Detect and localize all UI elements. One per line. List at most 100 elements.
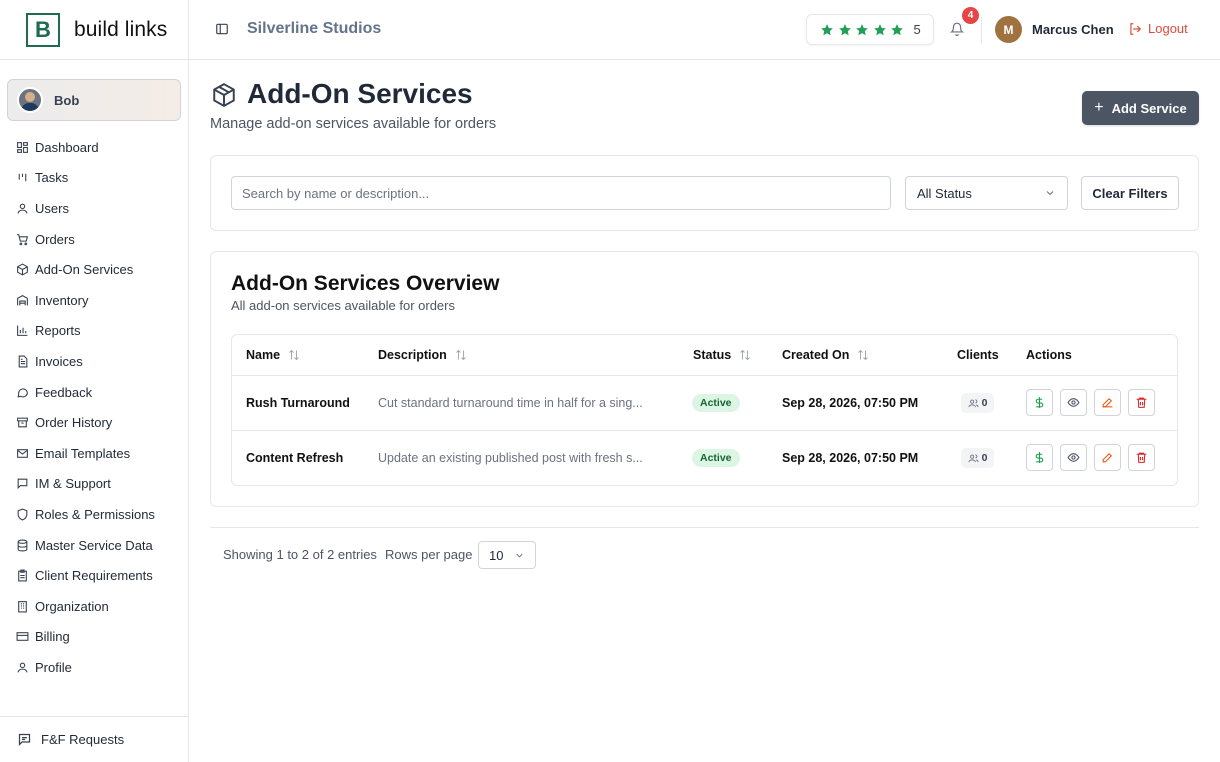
status-badge: Active <box>692 394 740 412</box>
credit-card-icon <box>16 630 29 643</box>
pricing-button[interactable] <box>1026 444 1053 471</box>
eye-icon <box>1067 453 1080 462</box>
kanban-icon <box>16 171 29 184</box>
view-button[interactable] <box>1060 444 1087 471</box>
sidebar-item-label: Add-On Services <box>35 262 134 278</box>
pricing-button[interactable] <box>1026 389 1053 416</box>
brand-name: build links <box>74 17 168 41</box>
delete-button[interactable] <box>1128 444 1155 471</box>
message-square-text-icon <box>18 733 31 747</box>
page-subtitle: Manage add-on services available for ord… <box>210 116 497 132</box>
sidebar-item-master-service-data[interactable]: Master Service Data <box>0 530 189 561</box>
file-text-icon <box>16 355 29 368</box>
sidebar-item-reports[interactable]: Reports <box>0 316 189 347</box>
add-service-button[interactable]: + Add Service <box>1082 91 1199 125</box>
sidebar-item-order-history[interactable]: Order History <box>0 407 189 438</box>
sort-icon <box>288 349 300 361</box>
edit-button[interactable] <box>1094 444 1121 471</box>
table-row: Content Refresh Update an existing publi… <box>232 431 1177 485</box>
sidebar-item-add-on-services[interactable]: Add-On Services <box>0 254 189 285</box>
brand[interactable]: B build links <box>0 0 188 60</box>
users-icon <box>968 398 979 407</box>
sidebar-item-orders[interactable]: Orders <box>0 224 189 255</box>
clients-count: 0 <box>961 393 994 413</box>
rating-widget[interactable]: 5 <box>806 14 934 45</box>
overview-title: Add-On Services Overview <box>231 272 500 295</box>
sidebar-user-card[interactable]: Bob <box>7 79 181 121</box>
sidebar-item-label: Email Templates <box>35 445 131 461</box>
delete-button[interactable] <box>1128 389 1155 416</box>
sidebar-item-label: Invoices <box>35 353 83 369</box>
clear-filters-button[interactable]: Clear Filters <box>1081 176 1179 210</box>
cart-icon <box>16 233 29 246</box>
clipboard-icon <box>16 569 29 582</box>
sidebar-item-dashboard[interactable]: Dashboard <box>0 132 189 163</box>
sidebar-item-label: Inventory <box>35 292 89 308</box>
warehouse-icon <box>16 294 29 307</box>
add-service-label: Add Service <box>1111 100 1187 116</box>
user-icon <box>16 202 29 215</box>
logout-icon <box>1130 22 1142 35</box>
view-button[interactable] <box>1060 389 1087 416</box>
archive-icon <box>16 416 29 429</box>
mail-icon <box>16 447 29 460</box>
sidebar-item-inventory[interactable]: Inventory <box>0 285 189 316</box>
sidebar-item-roles-permissions[interactable]: Roles & Permissions <box>0 499 189 530</box>
plus-icon: + <box>1094 99 1104 116</box>
column-header-name[interactable]: Name <box>246 348 300 362</box>
edit-icon <box>1102 397 1113 408</box>
sort-icon <box>455 349 467 361</box>
users-icon <box>968 453 979 462</box>
user-icon <box>16 661 29 674</box>
sidebar-item-label: Roles & Permissions <box>35 506 155 522</box>
sidebar-item-client-requirements[interactable]: Client Requirements <box>0 560 189 591</box>
status-filter-select[interactable]: All Status <box>905 176 1068 210</box>
user-avatar[interactable]: M <box>995 16 1022 43</box>
sidebar-item-organization[interactable]: Organization <box>0 591 189 622</box>
chevron-down-icon <box>516 553 523 558</box>
message-circle-icon <box>16 386 29 399</box>
column-header-status[interactable]: Status <box>693 348 751 362</box>
column-header-label: Clients <box>957 348 999 362</box>
sidebar-item-label: Order History <box>35 415 113 431</box>
rating-value: 5 <box>913 22 921 37</box>
sidebar: B build links Bob Dashboard Tasks Users … <box>0 0 189 762</box>
sidebar-item-label: Orders <box>35 231 75 247</box>
sidebar-item-label: Feedback <box>35 384 93 400</box>
column-header-created-on[interactable]: Created On <box>782 348 869 362</box>
edit-icon <box>1102 452 1113 463</box>
sidebar-item-profile[interactable]: Profile <box>0 652 189 683</box>
sidebar-item-tasks[interactable]: Tasks <box>0 163 189 194</box>
sidebar-item-email-templates[interactable]: Email Templates <box>0 438 189 469</box>
package-icon <box>16 263 29 276</box>
sidebar-footer-ff-requests[interactable]: F&F Requests <box>0 716 189 762</box>
edit-button[interactable] <box>1094 389 1121 416</box>
sort-icon <box>739 349 751 361</box>
table-header: Name Description Status Created On Clien… <box>232 335 1177 376</box>
column-header-description[interactable]: Description <box>378 348 467 362</box>
sidebar-item-feedback[interactable]: Feedback <box>0 377 189 408</box>
shield-icon <box>16 508 29 521</box>
message-square-icon <box>16 477 29 490</box>
star-icon <box>838 23 852 37</box>
sidebar-item-label: Tasks <box>35 170 69 186</box>
sidebar-item-billing[interactable]: Billing <box>0 622 189 653</box>
sidebar-item-label: Billing <box>35 629 70 645</box>
rows-per-page-select[interactable]: 10 <box>478 541 536 569</box>
sidebar-item-users[interactable]: Users <box>0 193 189 224</box>
sidebar-item-im-support[interactable]: IM & Support <box>0 469 189 500</box>
column-header-clients: Clients <box>957 348 999 362</box>
sidebar-footer-label: F&F Requests <box>41 732 125 747</box>
bell-icon[interactable] <box>949 22 965 36</box>
logout-button[interactable]: Logout <box>1128 21 1188 36</box>
search-input[interactable] <box>231 176 891 210</box>
header-user-name[interactable]: Marcus Chen <box>1032 22 1114 37</box>
bar-chart-icon <box>16 324 29 337</box>
clients-count: 0 <box>961 448 994 468</box>
sidebar-item-label: Dashboard <box>35 139 99 155</box>
sidebar-item-invoices[interactable]: Invoices <box>0 346 189 377</box>
sidebar-toggle-icon[interactable] <box>215 22 229 36</box>
sidebar-item-label: Organization <box>35 598 109 614</box>
rows-per-page-label: Rows per page <box>385 547 473 562</box>
package-icon <box>211 82 237 108</box>
